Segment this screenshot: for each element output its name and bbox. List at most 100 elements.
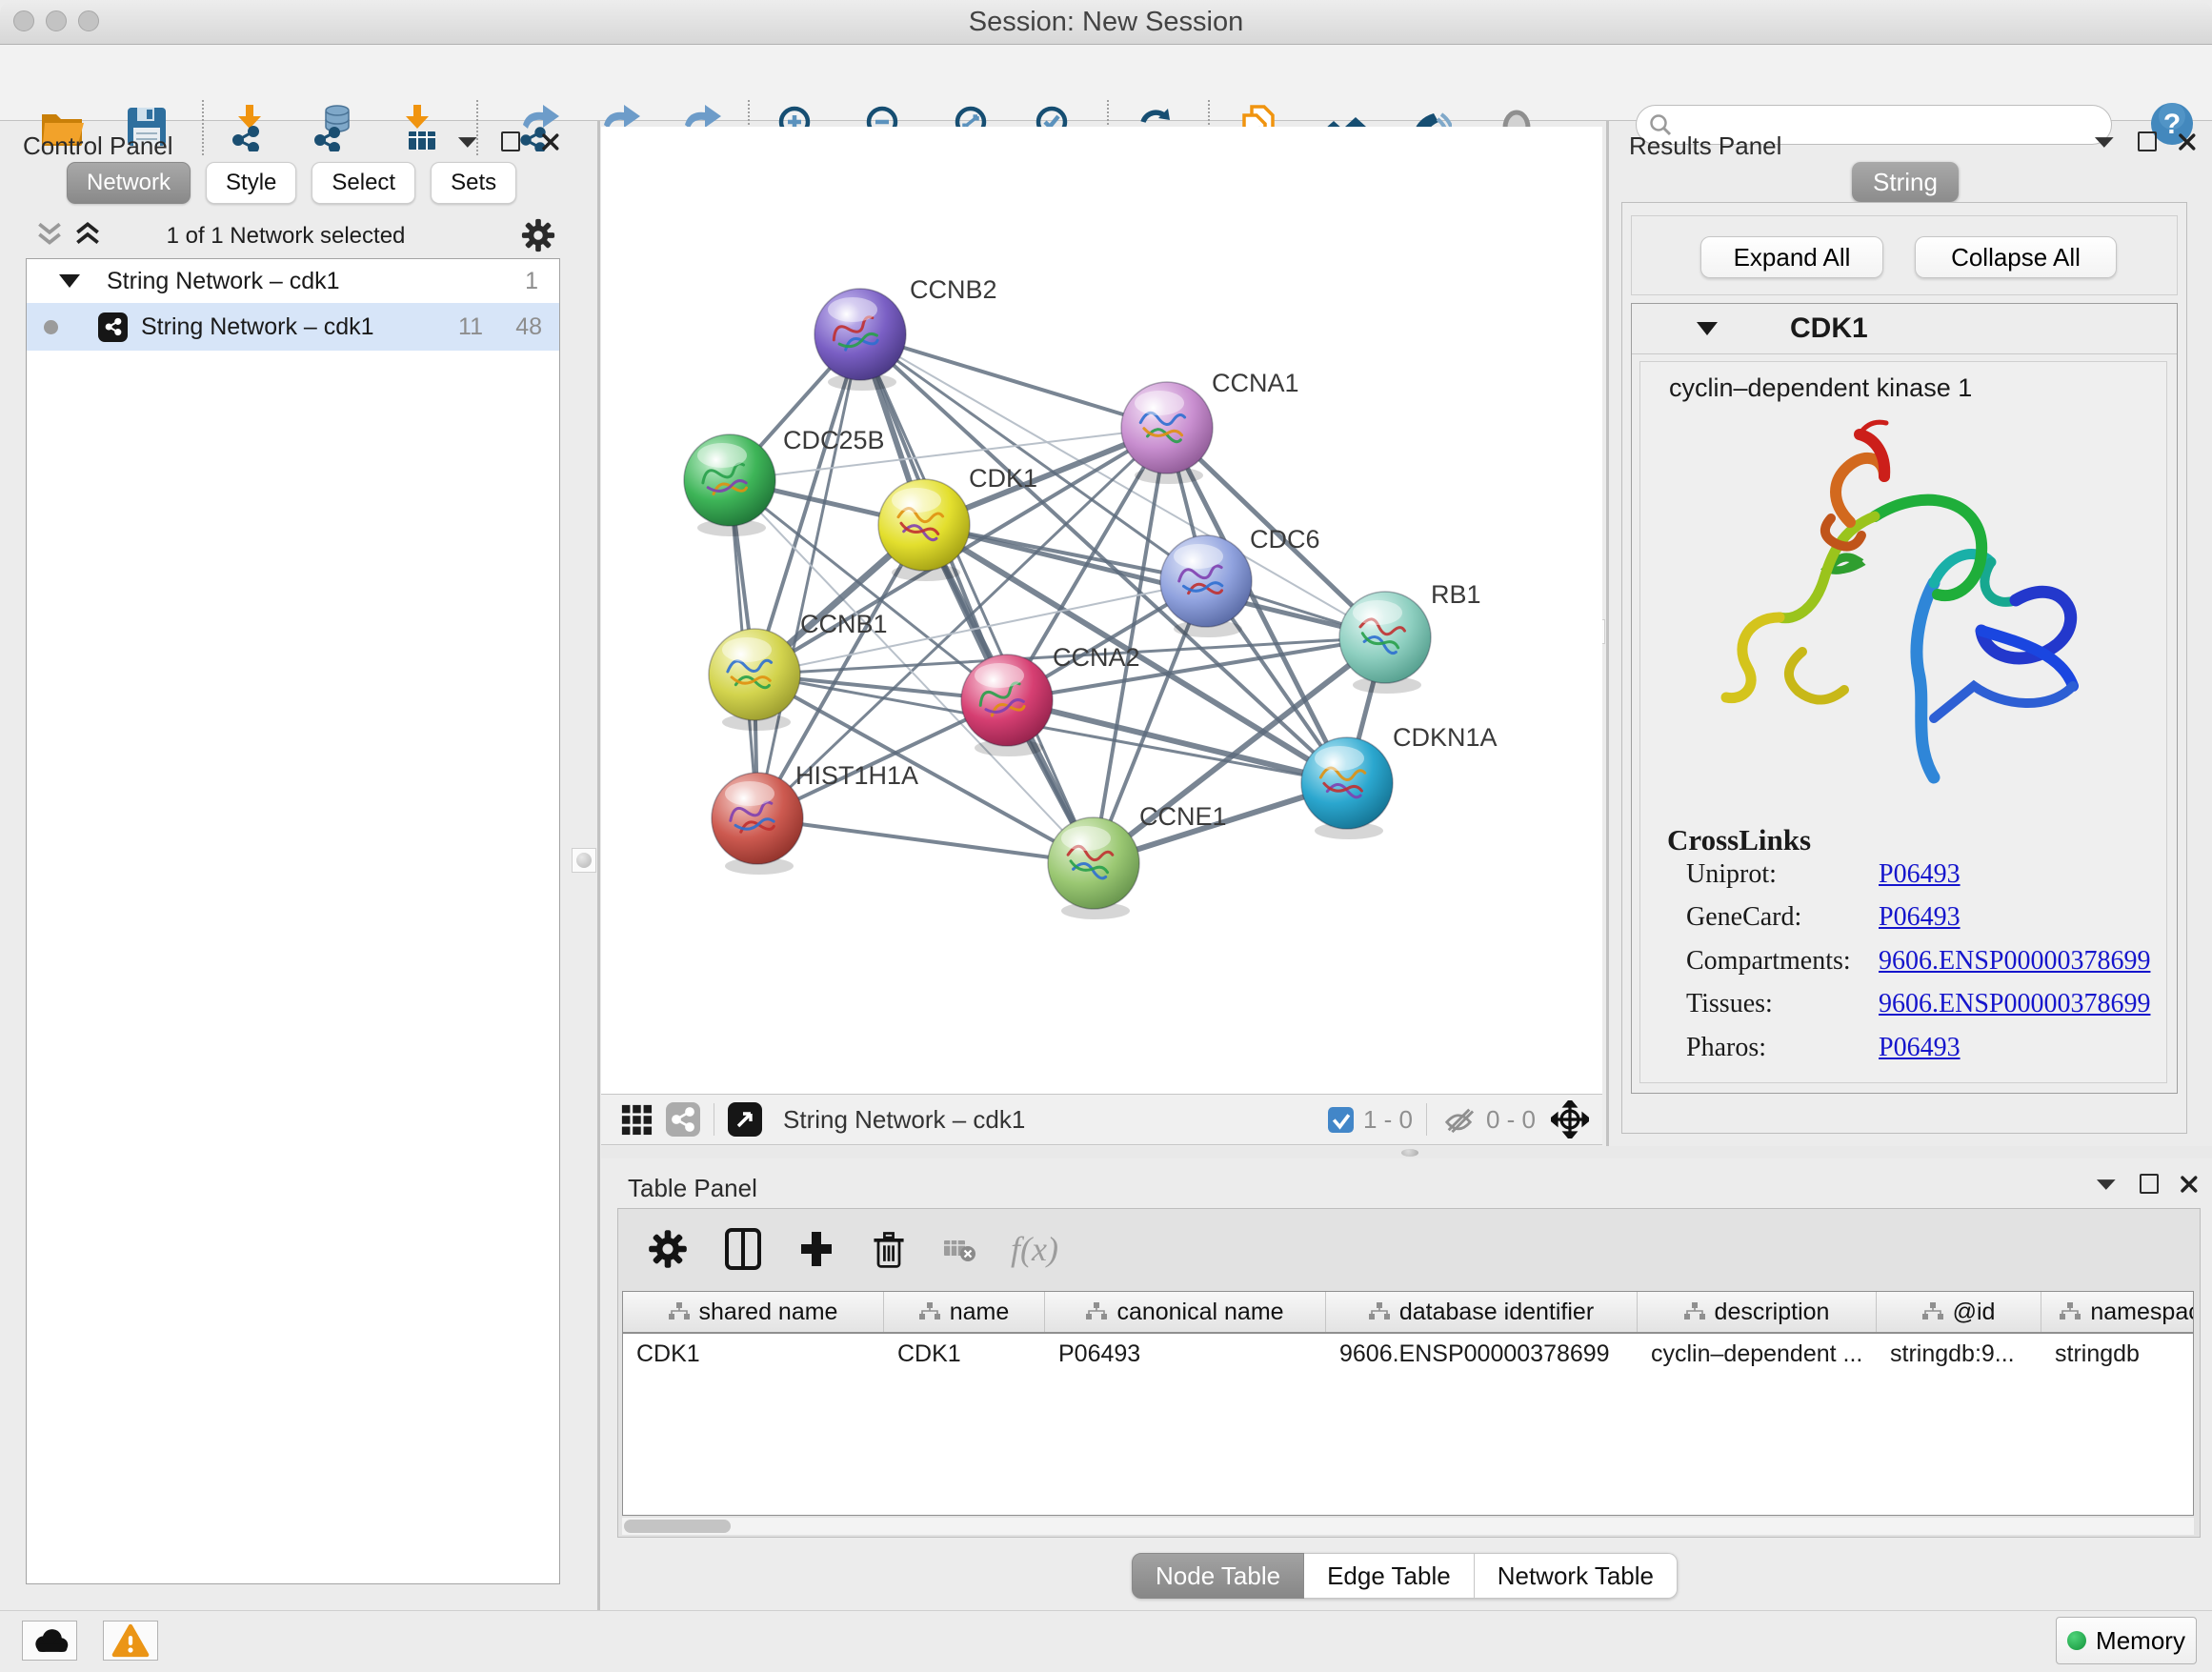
network-node-CCNB2[interactable]: CCNB2 <box>814 275 997 391</box>
network-node-count: 11 <box>458 313 483 341</box>
delete-table-button-disabled <box>942 1233 978 1265</box>
network-list-header: 1 of 1 Network selected <box>0 215 572 257</box>
network-node-RB1[interactable]: RB1 <box>1339 580 1481 694</box>
plus-icon <box>797 1228 835 1270</box>
import-network-button[interactable] <box>225 102 274 151</box>
column-header[interactable]: namespace <box>2041 1292 2194 1332</box>
table-settings-button[interactable] <box>647 1228 689 1270</box>
tab-select[interactable]: Select <box>312 162 415 204</box>
network-view-title: String Network – cdk1 <box>783 1105 1025 1135</box>
crosslink-pharos[interactable]: P06493 <box>1879 1033 1961 1062</box>
crosslink-genecard[interactable]: P06493 <box>1879 902 1961 932</box>
import-table-button[interactable] <box>392 102 442 151</box>
string-view-button[interactable] <box>666 1102 700 1137</box>
collection-expand-icon[interactable] <box>59 274 80 288</box>
gene-section-header[interactable]: CDK1 <box>1632 304 2177 354</box>
memory-button[interactable]: Memory <box>2056 1617 2197 1664</box>
tab-network-table[interactable]: Network Table <box>1475 1553 1678 1599</box>
network-collection-row[interactable]: String Network – cdk1 1 <box>27 259 559 303</box>
cloud-status-button[interactable] <box>22 1621 77 1661</box>
table-tabs: Node Table Edge Table Network Table <box>1132 1553 1678 1599</box>
network-node-CDKN1A[interactable]: CDKN1A <box>1301 723 1498 839</box>
column-header[interactable]: @id <box>1877 1292 2041 1332</box>
memory-label: Memory <box>2096 1626 2185 1656</box>
node-label: CDK1 <box>969 464 1037 493</box>
collapse-all-button[interactable]: Collapse All <box>1915 236 2117 278</box>
horizontal-splitter[interactable] <box>601 1146 2212 1158</box>
tab-sets[interactable]: Sets <box>431 162 516 204</box>
tab-node-table[interactable]: Node Table <box>1132 1553 1304 1599</box>
panel-float-icon[interactable] <box>2094 1175 2119 1194</box>
crosslink-compartments[interactable]: 9606.ENSP00000378699 <box>1879 946 2150 976</box>
column-header[interactable]: shared name <box>623 1292 884 1332</box>
delete-column-button[interactable] <box>868 1227 910 1271</box>
external-link-icon <box>728 1102 762 1137</box>
network-node-CDK1[interactable]: CDK1 <box>878 464 1037 581</box>
cell-shared-name[interactable]: CDK1 <box>623 1334 884 1374</box>
table-panel-body: f(x) shared name name canonical name dat… <box>617 1208 2201 1538</box>
selected-checkbox-icon[interactable] <box>1328 1107 1354 1133</box>
column-header[interactable]: name <box>884 1292 1045 1332</box>
panel-close-icon[interactable] <box>2178 132 2197 151</box>
network-node-HIST1H1A[interactable]: HIST1H1A <box>712 761 918 875</box>
panel-maximize-icon[interactable] <box>501 131 521 151</box>
tab-network[interactable]: Network <box>67 162 191 204</box>
crosslink-tissues[interactable]: 9606.ENSP00000378699 <box>1879 989 2150 1018</box>
crosslink-uniprot[interactable]: P06493 <box>1879 859 1961 889</box>
gene-section: CDK1 cyclin–dependent kinase 1 <box>1631 303 2178 1094</box>
panel-close-icon[interactable] <box>2180 1175 2199 1194</box>
import-network-from-database-button[interactable] <box>309 102 358 151</box>
left-splitter-grip[interactable] <box>572 848 596 873</box>
warnings-button[interactable] <box>103 1621 158 1661</box>
network-view-toolbar: String Network – cdk1 1 - 0 0 - 0 <box>601 1094 1602 1145</box>
cell-canonical-name[interactable]: P06493 <box>1045 1334 1326 1374</box>
network-graph[interactable]: CCNB2CCNA1CDC25BCDK1CDC6RB1CCNB1CCNA2CDK… <box>601 127 1602 1094</box>
network-canvas[interactable]: CCNB2CCNA1CDC25BCDK1CDC6RB1CCNB1CCNA2CDK… <box>601 127 1602 1094</box>
cell-id[interactable]: stringdb:9... <box>1877 1334 2041 1374</box>
panel-float-icon[interactable] <box>2092 132 2117 151</box>
cell-namespace[interactable]: stringdb <box>2041 1334 2194 1374</box>
network-node-CDC6[interactable]: CDC6 <box>1160 525 1320 637</box>
panel-maximize-icon[interactable] <box>2140 1174 2160 1194</box>
table-horizontal-scrollbar[interactable] <box>622 1518 2194 1535</box>
show-column-button[interactable] <box>721 1226 765 1272</box>
gear-icon <box>647 1228 689 1270</box>
network-node-CDC25B[interactable]: CDC25B <box>684 426 885 536</box>
cell-description[interactable]: cyclin–dependent ... <box>1638 1334 1877 1374</box>
grid-icon <box>620 1103 653 1136</box>
column-header[interactable]: canonical name <box>1045 1292 1326 1332</box>
left-splitter[interactable] <box>597 120 600 1610</box>
cell-database-identifier[interactable]: 9606.ENSP00000378699 <box>1326 1334 1638 1374</box>
horizontal-splitter-grip[interactable] <box>1401 1149 1418 1157</box>
crosslink-row: Compartments:9606.ENSP00000378699 <box>1686 946 2150 977</box>
panel-float-icon[interactable] <box>455 132 480 151</box>
expand-all-button[interactable]: Expand All <box>1700 236 1883 278</box>
table-row[interactable]: CDK1 CDK1 P06493 9606.ENSP00000378699 cy… <box>623 1334 2193 1374</box>
section-collapse-icon[interactable] <box>1697 322 1718 335</box>
crosshair-icon <box>1551 1100 1589 1138</box>
netbar-separator <box>1426 1103 1427 1136</box>
control-panel-tabs: Network Style Select Sets <box>67 162 516 204</box>
control-panel-title: Control Panel <box>23 131 173 161</box>
cell-name[interactable]: CDK1 <box>884 1334 1045 1374</box>
fit-selected-button[interactable] <box>1551 1100 1589 1138</box>
open-in-new-window-button[interactable] <box>728 1102 762 1137</box>
grid-view-button[interactable] <box>620 1103 653 1136</box>
network-current-dot <box>44 320 58 334</box>
hidden-eye-icon[interactable] <box>1440 1104 1477 1135</box>
column-header[interactable]: description <box>1638 1292 1877 1332</box>
tab-string[interactable]: String <box>1852 162 1959 202</box>
scrollbar-thumb[interactable] <box>624 1520 731 1533</box>
column-header[interactable]: database identifier <box>1326 1292 1638 1332</box>
column-type-icon <box>669 1302 690 1321</box>
create-column-button[interactable] <box>797 1228 835 1270</box>
node-label: HIST1H1A <box>795 761 918 790</box>
panel-close-icon[interactable] <box>541 132 560 151</box>
node-label: CCNB1 <box>800 610 888 638</box>
right-splitter[interactable] <box>1606 120 1609 1146</box>
gear-icon[interactable] <box>520 217 556 253</box>
network-row-selected[interactable]: String Network – cdk1 11 48 <box>27 303 559 351</box>
tab-edge-table[interactable]: Edge Table <box>1304 1553 1475 1599</box>
panel-maximize-icon[interactable] <box>2138 131 2158 151</box>
tab-style[interactable]: Style <box>206 162 296 204</box>
